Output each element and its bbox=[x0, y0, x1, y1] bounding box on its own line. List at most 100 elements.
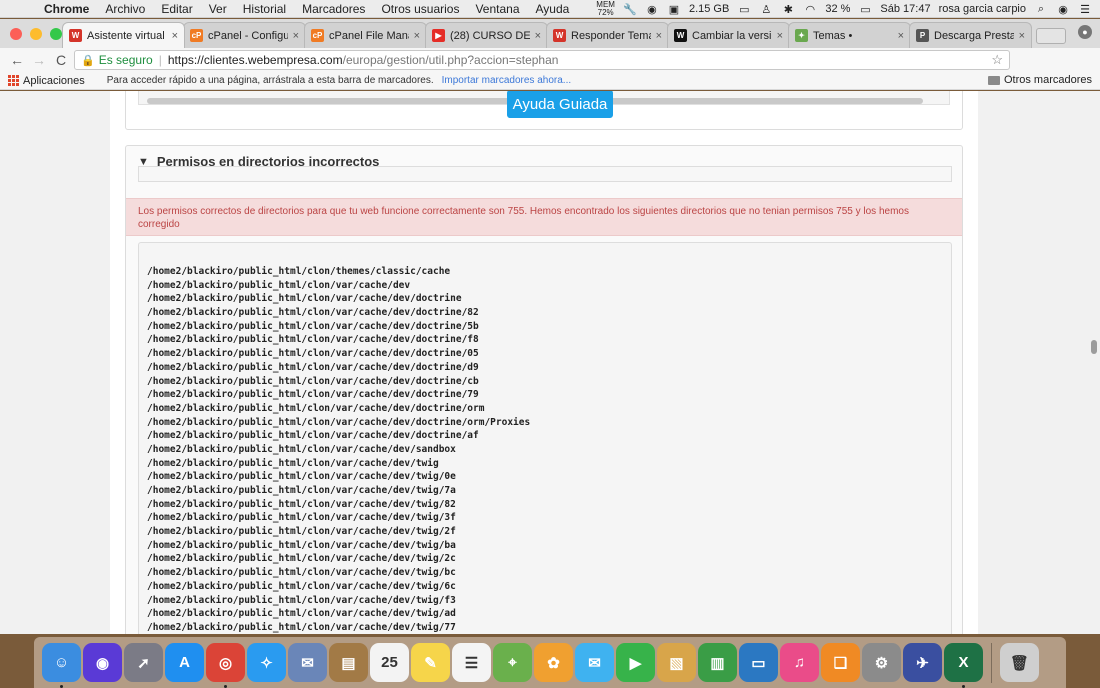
migration-icon[interactable]: ✈ bbox=[903, 643, 942, 682]
reload-button[interactable]: C bbox=[50, 52, 72, 68]
menu-marcadores[interactable]: Marcadores bbox=[294, 2, 373, 16]
memory-indicator[interactable]: MEM 72% bbox=[596, 1, 615, 17]
messages-icon[interactable]: ✉ bbox=[575, 643, 614, 682]
tab-close-icon[interactable]: × bbox=[898, 30, 904, 42]
menu-archivo[interactable]: Archivo bbox=[97, 2, 153, 16]
page-scrollbar-thumb[interactable] bbox=[1091, 340, 1097, 354]
other-bookmarks[interactable]: Otros marcadores bbox=[987, 74, 1092, 86]
keynote-icon[interactable]: ▭ bbox=[739, 643, 778, 682]
apps-grid-icon[interactable] bbox=[8, 75, 19, 86]
directory-path: /home2/blackiro/public_html/clon/var/cac… bbox=[147, 279, 411, 291]
spotlight-icon[interactable]: ⌕ bbox=[1034, 3, 1048, 15]
tab-close-icon[interactable]: × bbox=[172, 30, 178, 42]
menu-otros-usuarios[interactable]: Otros usuarios bbox=[373, 2, 467, 16]
tab-favicon-icon: ▶ bbox=[432, 29, 445, 42]
notes-icon[interactable]: ✎ bbox=[411, 643, 450, 682]
chrome-icon[interactable]: ◎ bbox=[206, 643, 245, 688]
system-preferences-icon[interactable]: ⚙ bbox=[862, 643, 901, 682]
itunes-icon[interactable]: ♫ bbox=[780, 643, 819, 682]
lock-icon[interactable]: 🔒 bbox=[81, 54, 95, 67]
url-path[interactable]: /europa/gestion/util.php?accion=stephan bbox=[343, 53, 559, 67]
menu-ventana[interactable]: Ventana bbox=[467, 2, 527, 16]
trash-icon[interactable]: 🗑 bbox=[1000, 643, 1039, 682]
person-icon[interactable]: ♙ bbox=[759, 3, 773, 16]
browser-tab[interactable]: W Responder Tema: × bbox=[546, 22, 669, 48]
display-icon[interactable]: ▭ bbox=[737, 3, 751, 16]
browser-tab[interactable]: W Cambiar la versión × bbox=[667, 22, 790, 48]
directory-path: /home2/blackiro/public_html/clon/var/cac… bbox=[147, 402, 485, 414]
app-store-icon[interactable]: A bbox=[165, 643, 204, 682]
bookmark-star-icon[interactable]: ☆ bbox=[991, 52, 1003, 68]
directory-path: /home2/blackiro/public_html/clon/var/cac… bbox=[147, 498, 456, 510]
tab-close-icon[interactable]: × bbox=[535, 30, 541, 42]
menu-ayuda[interactable]: Ayuda bbox=[528, 2, 578, 16]
menu-ver[interactable]: Ver bbox=[201, 2, 235, 16]
menu-editar[interactable]: Editar bbox=[153, 2, 200, 16]
back-button[interactable]: ← bbox=[6, 52, 28, 68]
finder-icon[interactable]: ☺ bbox=[42, 643, 81, 688]
clock[interactable]: Sáb 17:47 bbox=[880, 3, 930, 15]
wrench-icon[interactable]: 🔧 bbox=[623, 3, 637, 16]
import-bookmarks-link[interactable]: Importar marcadores ahora... bbox=[442, 75, 572, 86]
facetime-icon[interactable]: ▶ bbox=[616, 643, 655, 682]
numbers-icon[interactable]: ▥ bbox=[698, 643, 737, 682]
storage-icon[interactable]: ▣ bbox=[667, 3, 681, 16]
directory-path: /home2/blackiro/public_html/clon/var/cac… bbox=[147, 457, 439, 469]
launchpad-icon[interactable]: ➚ bbox=[124, 643, 163, 682]
ibooks-icon[interactable]: ❑ bbox=[821, 643, 860, 682]
notification-center-icon[interactable]: ☰ bbox=[1078, 3, 1092, 16]
tab-close-icon[interactable]: × bbox=[293, 30, 299, 42]
tab-favicon-icon: W bbox=[674, 29, 687, 42]
url-host[interactable]: https://clientes.webempresa.com bbox=[168, 53, 343, 67]
siri-icon[interactable]: ◉ bbox=[1056, 3, 1070, 16]
close-window-button[interactable] bbox=[10, 27, 22, 40]
tab-close-icon[interactable]: × bbox=[414, 30, 420, 42]
zoom-window-button[interactable] bbox=[50, 27, 62, 40]
directory-path: /home2/blackiro/public_html/clon/themes/… bbox=[147, 266, 451, 277]
apps-bookmark[interactable]: Aplicaciones bbox=[23, 75, 85, 87]
tab-strip: W Asistente virtual St × cP cPanel - Configu… bbox=[0, 19, 1100, 48]
wifi-icon[interactable]: ◠ bbox=[803, 3, 817, 16]
browser-tab[interactable]: cP cPanel File Manag × bbox=[304, 22, 427, 48]
siri-icon[interactable]: ◉ bbox=[83, 643, 122, 682]
safari-icon[interactable]: ✧ bbox=[247, 643, 286, 682]
reminders-icon[interactable]: ☰ bbox=[452, 643, 491, 682]
preview-icon[interactable]: ▧ bbox=[657, 643, 696, 682]
browser-tab[interactable]: W Asistente virtual St × bbox=[62, 22, 185, 48]
toolbar: ← → C 🔒 Es seguro | https://clientes.web… bbox=[0, 48, 1100, 115]
new-tab-button[interactable] bbox=[1036, 28, 1066, 44]
battery-percent[interactable]: 32 % bbox=[825, 3, 850, 15]
bluetooth-icon[interactable]: ✱ bbox=[781, 3, 795, 16]
browser-tab[interactable]: P Descarga PrestaSh × bbox=[909, 22, 1032, 48]
maps-icon[interactable]: ⌖ bbox=[493, 643, 532, 682]
secure-label[interactable]: Es seguro bbox=[99, 53, 153, 67]
bookmarks-hint: Para acceder rápido a una página, arrást… bbox=[106, 75, 434, 86]
excel-icon[interactable]: X bbox=[944, 643, 983, 688]
profile-icon[interactable]: ● bbox=[1078, 25, 1092, 39]
address-bar[interactable]: 🔒 Es seguro | https://clientes.webempres… bbox=[74, 50, 1010, 70]
calendar-icon[interactable]: 25 bbox=[370, 643, 409, 682]
tab-close-icon[interactable]: × bbox=[1019, 30, 1025, 42]
menu-historial[interactable]: Historial bbox=[235, 2, 294, 16]
tab-favicon-icon: ✦ bbox=[795, 29, 808, 42]
minimize-window-button[interactable] bbox=[30, 27, 42, 40]
browser-tab[interactable]: ✦ Temas • × bbox=[788, 22, 911, 48]
tab-close-icon[interactable]: × bbox=[656, 30, 662, 42]
storage-value[interactable]: 2.15 GB bbox=[689, 3, 729, 15]
menu-bar: Chrome Archivo Editar Ver Historial Marc… bbox=[0, 0, 1100, 18]
directory-path: /home2/blackiro/public_html/clon/var/cac… bbox=[147, 334, 479, 346]
forward-button[interactable]: → bbox=[28, 52, 50, 68]
notes-book-icon[interactable]: ▤ bbox=[329, 643, 368, 682]
tab-close-icon[interactable]: × bbox=[777, 30, 783, 42]
directory-path: /home2/blackiro/public_html/clon/var/cac… bbox=[147, 293, 462, 305]
mail-icon[interactable]: ✉ bbox=[288, 643, 327, 682]
browser-tab[interactable]: cP cPanel - Configura × bbox=[183, 22, 306, 48]
eye-icon[interactable]: ◉ bbox=[645, 3, 659, 16]
battery-icon[interactable]: ▭ bbox=[858, 3, 872, 16]
directory-path: /home2/blackiro/public_html/clon/var/cac… bbox=[147, 416, 531, 428]
photos-icon[interactable]: ✿ bbox=[534, 643, 573, 682]
browser-tab[interactable]: ▶ (28) CURSO DE PH × bbox=[425, 22, 548, 48]
guided-help-button[interactable]: Ayuda Guiada bbox=[507, 91, 613, 118]
menu-chrome[interactable]: Chrome bbox=[36, 2, 97, 16]
user-name[interactable]: rosa garcia carpio bbox=[939, 3, 1026, 15]
